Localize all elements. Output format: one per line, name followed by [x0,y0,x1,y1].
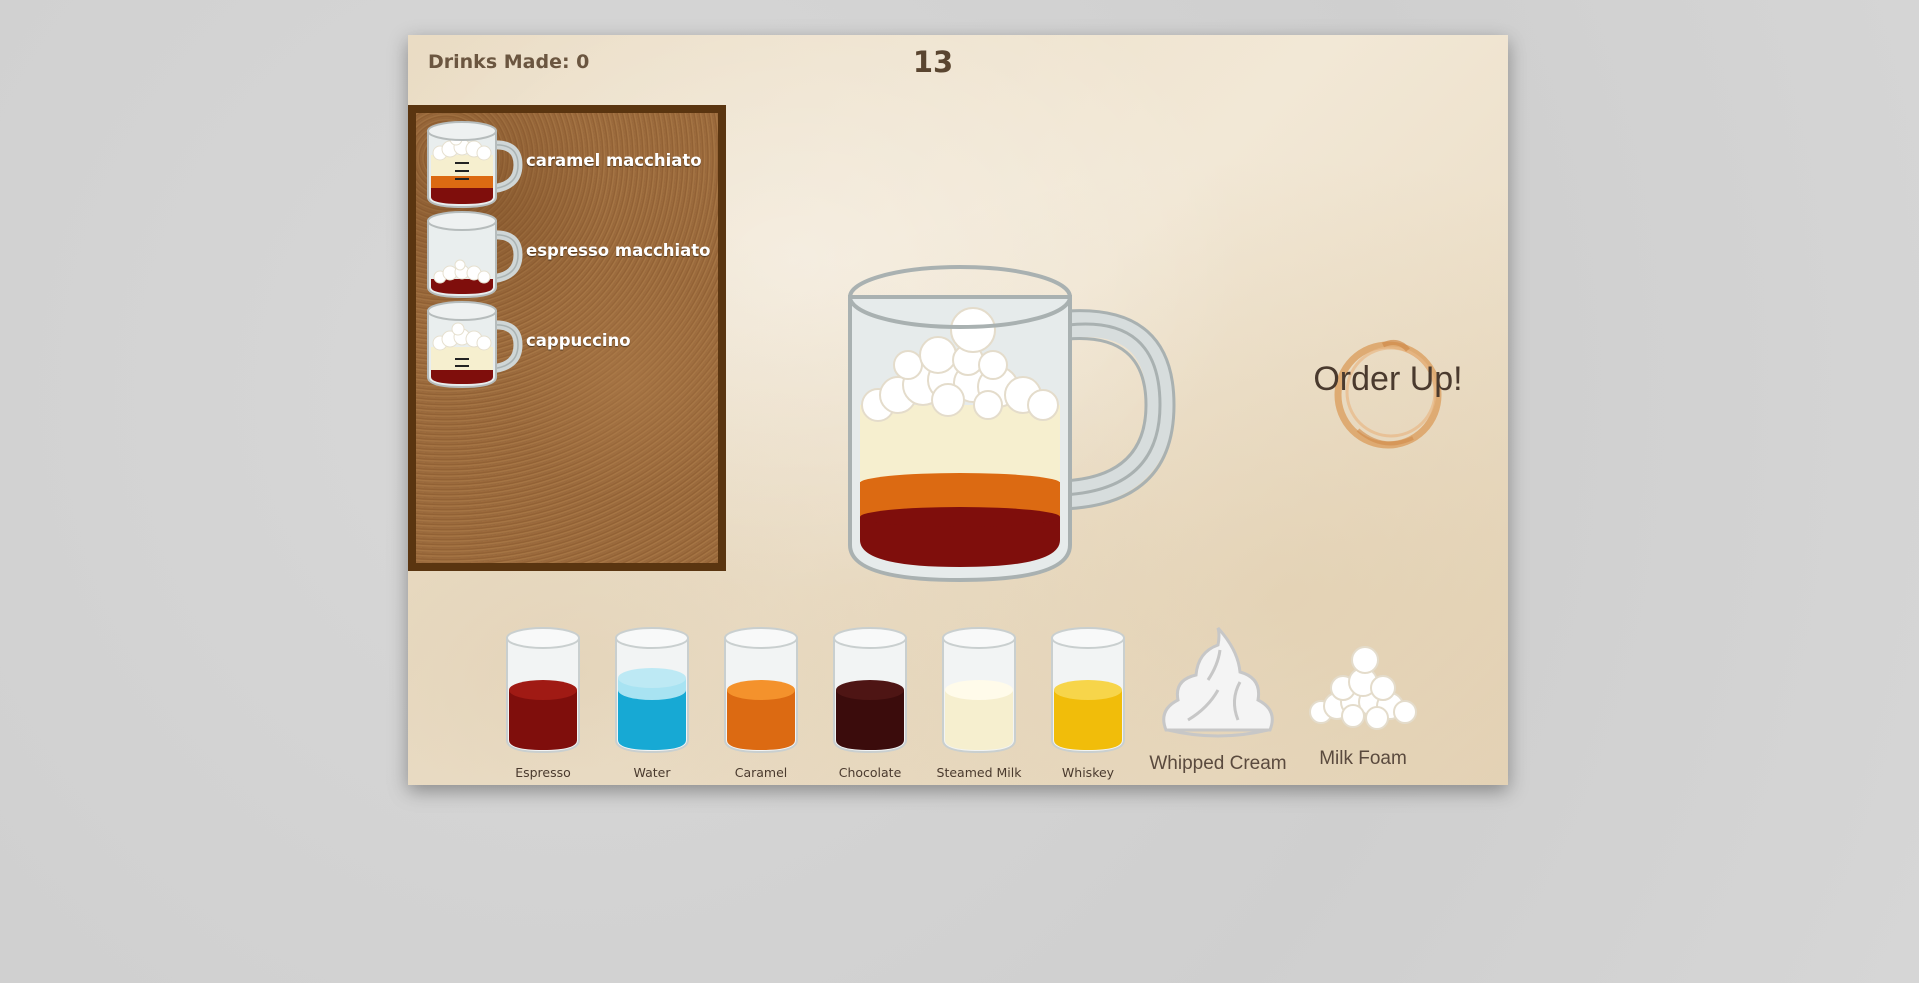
order-item-espresso-macchiato: espresso macchiato [426,207,726,299]
ingredient-whiskey[interactable]: Whiskey [1043,620,1133,780]
topping-label: Whipped Cream [1149,753,1287,774]
espresso-glass-icon [506,627,580,754]
ingredient-label: Chocolate [838,765,902,780]
ingredient-label: Whiskey [1061,765,1115,780]
order-up-button[interactable]: Order Up! [1288,320,1488,470]
mini-mug-icon [427,211,523,299]
ingredient-water[interactable]: Water [607,620,697,780]
ingredient-chocolate[interactable]: Chocolate [825,620,915,780]
mini-mug-icon [427,121,523,209]
drinks-made-counter: Drinks Made: 0 [428,51,590,73]
ingredient-label: Caramel [734,765,788,780]
order-up-label: Order Up! [1313,360,1463,398]
order-name: cappuccino [526,331,631,350]
steamed-milk-glass-icon [942,627,1016,754]
game-area: Drinks Made: 0 13 caramel macchiato espr… [408,35,1508,785]
order-name: espresso macchiato [526,241,711,260]
water-glass-icon [615,627,689,754]
ingredient-label: Water [633,765,671,780]
ingredient-steamed-milk[interactable]: Steamed Milk [934,620,1024,780]
mini-mug-icon [427,301,523,389]
order-board: caramel macchiato espresso macchiato cap… [408,105,726,571]
topping-label: Milk Foam [1319,748,1407,769]
ingredient-espresso[interactable]: Espresso [498,620,588,780]
ingredient-label: Espresso [515,765,571,780]
topping-whipped-cream[interactable]: Whipped Cream [1148,620,1288,780]
countdown-timer: 13 [912,45,954,79]
topping-milk-foam[interactable]: Milk Foam [1293,620,1433,780]
whipped-cream-icon [1162,626,1274,738]
chocolate-glass-icon [833,627,907,754]
order-name: caramel macchiato [526,151,702,170]
ingredient-caramel[interactable]: Caramel [716,620,806,780]
order-item-cappuccino: cappuccino [426,297,726,389]
ingredient-label: Steamed Milk [936,765,1022,780]
caramel-glass-icon [724,627,798,754]
whiskey-glass-icon [1051,627,1125,754]
current-drink-mug[interactable] [848,255,1188,585]
milk-foam-icon [1309,646,1417,730]
order-item-caramel-macchiato: caramel macchiato [426,117,726,209]
